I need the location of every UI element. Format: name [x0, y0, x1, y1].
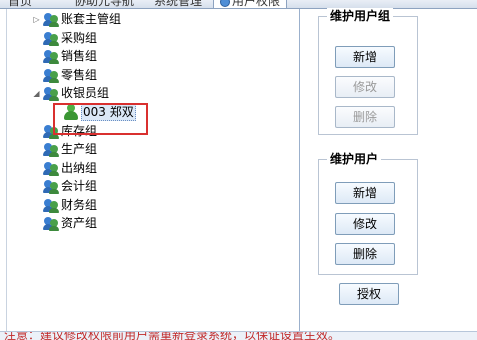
user-group-icon — [43, 31, 59, 46]
tree-node-sales-group[interactable]: 销售组 — [43, 47, 97, 65]
tree-line — [6, 9, 7, 331]
tree-node-finance-group[interactable]: 财务组 — [43, 196, 97, 214]
tree-node-label: 资产组 — [61, 216, 98, 230]
user-group-icon — [43, 68, 59, 83]
user-group-icon — [43, 179, 59, 194]
maintain-user-group-box: 维护用户组 新增 修改 删除 — [318, 8, 418, 135]
status-text: 注意：建议修改权限前用户需重新登录系统，以保证设置生效。 — [4, 331, 341, 340]
tab-strip: 首页 协助元导航 系统管理 用户权限 — [0, 0, 477, 9]
tab-user-permissions[interactable]: 用户权限 — [213, 0, 288, 8]
tree-node-account-supervisor-group[interactable]: ▷ 账套主管组 — [32, 10, 121, 28]
maintain-user-box: 维护用户 新增 修改 删除 — [318, 151, 418, 275]
tree-node-label: 收银员组 — [61, 86, 110, 100]
user-permission-icon — [220, 0, 230, 7]
tree-node-assets-group[interactable]: 资产组 — [43, 214, 97, 232]
tree-node-label: 库存组 — [61, 124, 98, 138]
user-group-icon — [43, 216, 59, 231]
collapse-icon[interactable]: ◢ — [32, 89, 41, 98]
tree-node-label: 财务组 — [61, 198, 98, 212]
action-panel: 维护用户组 新增 修改 删除 维护用户 新增 修改 删除 授权 — [301, 8, 477, 331]
tab-home[interactable]: 首页 — [2, 0, 38, 8]
user-group-icon — [43, 124, 59, 139]
tree-node-label: 会计组 — [61, 179, 98, 193]
authorize-button[interactable]: 授权 — [339, 283, 399, 305]
expand-icon[interactable]: ▷ — [32, 15, 41, 24]
user-group-icon — [43, 161, 59, 176]
tree-node-cashier-group[interactable]: ◢ 收银员组 — [32, 84, 109, 102]
maintain-user-title: 维护用户 — [327, 151, 382, 167]
user-icon — [64, 104, 78, 120]
tree-node-purchasing-group[interactable]: 采购组 — [43, 29, 97, 47]
status-bar: 注意：建议修改权限前用户需重新登录系统，以保证设置生效。 — [0, 331, 477, 340]
tree-node-label: 采购组 — [61, 31, 98, 45]
user-group-icon — [43, 49, 59, 64]
tree-node-label: 账套主管组 — [61, 12, 122, 26]
tree-node-cashier-treasury-group[interactable]: 出纳组 — [43, 159, 97, 177]
maintain-user-group-title: 维护用户组 — [327, 8, 394, 24]
user-group-tree[interactable]: ▷ 账套主管组 采购组 销售组 零售组 ◢ 收银员组 003 郑双 库存组 生产… — [0, 9, 300, 331]
tab-label: 用户权限 — [232, 0, 281, 8]
delete-group-button[interactable]: 删除 — [335, 106, 395, 128]
tree-node-label: 销售组 — [61, 49, 98, 63]
tab-system-management[interactable]: 系统管理 — [148, 0, 208, 8]
tree-node-inventory-group[interactable]: 库存组 — [43, 122, 97, 140]
delete-user-button[interactable]: 删除 — [335, 243, 395, 265]
tree-node-retail-group[interactable]: 零售组 — [43, 66, 97, 84]
tree-node-user-003[interactable]: 003 郑双 — [64, 103, 136, 121]
tab-label: 首页 — [8, 0, 33, 8]
tree-node-label: 003 郑双 — [81, 103, 136, 121]
tree-node-accounting-group[interactable]: 会计组 — [43, 177, 97, 195]
user-group-icon — [43, 142, 59, 157]
tree-node-label: 生产组 — [61, 142, 98, 156]
edit-user-button[interactable]: 修改 — [335, 213, 395, 235]
tab-assist-nav[interactable]: 协助元导航 — [68, 0, 140, 8]
add-group-button[interactable]: 新增 — [335, 46, 395, 68]
tab-label: 系统管理 — [154, 0, 203, 8]
user-group-icon — [43, 198, 59, 213]
user-group-icon — [43, 12, 59, 27]
user-group-icon — [43, 86, 59, 101]
tree-node-production-group[interactable]: 生产组 — [43, 140, 97, 158]
tab-label: 协助元导航 — [74, 0, 135, 8]
tree-node-label: 出纳组 — [61, 161, 98, 175]
add-user-button[interactable]: 新增 — [335, 182, 395, 204]
tree-node-label: 零售组 — [61, 68, 98, 82]
edit-group-button[interactable]: 修改 — [335, 76, 395, 98]
